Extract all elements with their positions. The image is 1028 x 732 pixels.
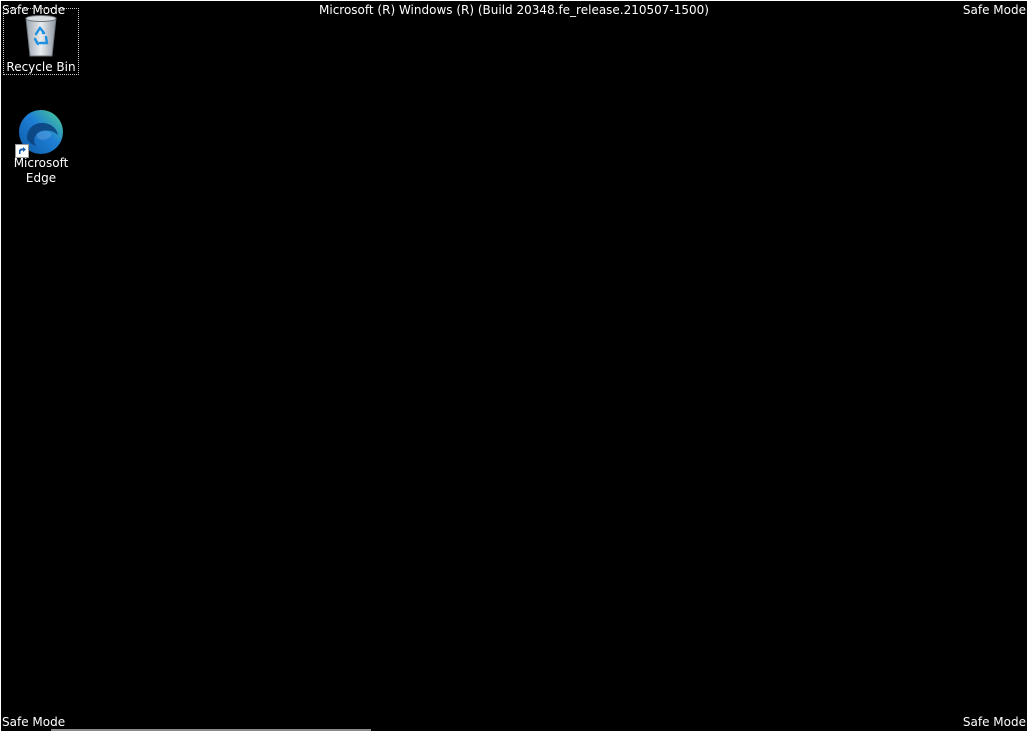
safe-mode-label-bottom-right: Safe Mode xyxy=(962,715,1026,729)
shortcut-arrow-icon xyxy=(15,144,29,158)
windows-build-label: Microsoft (R) Windows (R) (Build 20348.f… xyxy=(319,3,709,17)
microsoft-edge-label: Microsoft Edge xyxy=(13,156,69,185)
recycle-bin-icon xyxy=(17,12,65,60)
microsoft-edge-desktop-icon[interactable]: Microsoft Edge xyxy=(3,105,79,191)
safe-mode-label-top-right: Safe Mode xyxy=(962,3,1026,17)
desktop[interactable]: Safe Mode Microsoft (R) Windows (R) (Bui… xyxy=(1,1,1027,731)
taskbar-edge xyxy=(51,729,371,731)
edge-icon xyxy=(15,108,65,158)
recycle-bin-label: Recycle Bin xyxy=(6,60,76,74)
safe-mode-label-bottom-left: Safe Mode xyxy=(2,715,66,729)
recycle-bin-desktop-icon[interactable]: Recycle Bin xyxy=(3,8,79,75)
